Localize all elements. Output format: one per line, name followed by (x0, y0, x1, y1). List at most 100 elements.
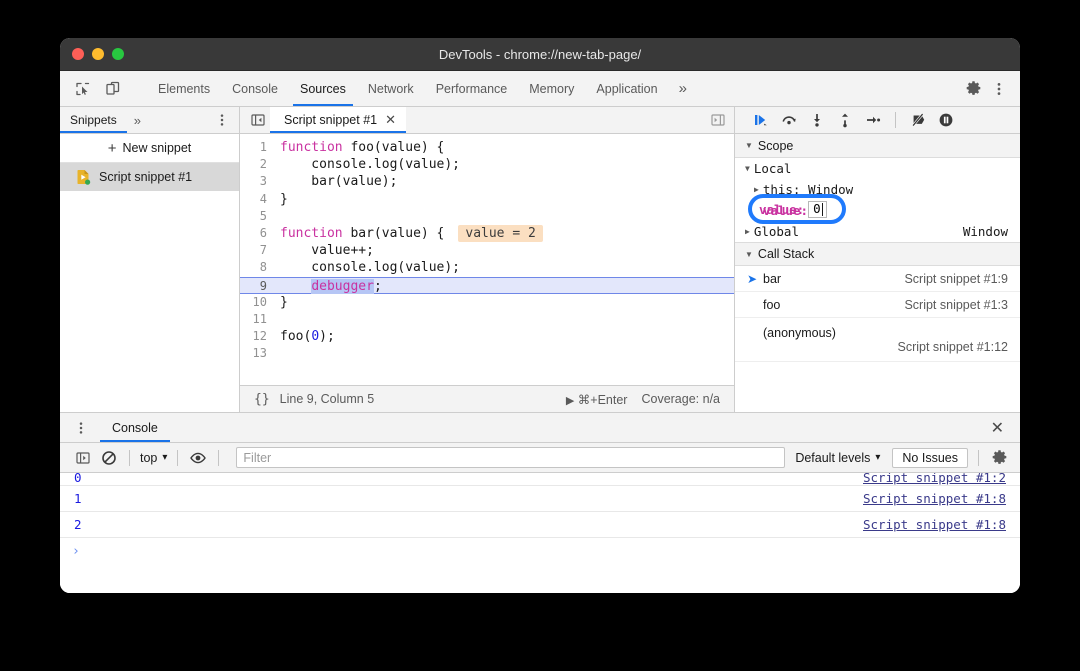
drawer-menu-icon[interactable] (60, 420, 100, 436)
issues-button[interactable]: No Issues (892, 447, 968, 468)
step-icon[interactable] (861, 109, 885, 131)
step-into-icon[interactable] (805, 109, 829, 131)
chevron-right-icon: ▶ (754, 185, 759, 194)
scope-value-input[interactable]: 0 (808, 200, 827, 218)
clear-console-icon[interactable] (96, 447, 122, 469)
call-stack-title: Call Stack (757, 247, 815, 261)
context-label: top (140, 450, 158, 465)
console-message[interactable]: 2 Script snippet #1:8 (60, 512, 1020, 538)
gear-icon[interactable] (986, 447, 1012, 469)
code-line: 6 function bar(value) {value = 2 (240, 224, 734, 242)
console-toolbar: top ▾ Default levels ▾ No Issues (60, 443, 1020, 473)
maximize-window-button[interactable] (112, 48, 124, 60)
line-number: 2 (259, 157, 267, 172)
run-snippet-button[interactable]: ▶ ⌘+Enter (566, 392, 628, 407)
console-message[interactable]: 0 Script snippet #1:2 (60, 473, 1020, 486)
scope-prop-name: Global (753, 224, 799, 239)
scope-prop-name-editing: value: (759, 201, 805, 217)
code-line-execution-paused: 9 debugger; (240, 276, 734, 294)
editor-tab-script-snippet[interactable]: Script snippet #1 ✕ (270, 107, 407, 133)
navigator-menu-icon[interactable] (205, 112, 239, 128)
line-number: 8 (259, 260, 267, 275)
gear-icon[interactable] (960, 76, 986, 102)
navigator-more-tabs-button[interactable]: » (127, 113, 148, 128)
devtools-toolbar-icons (60, 71, 147, 106)
line-content: bar(value); (280, 174, 398, 190)
tab-network[interactable]: Network (357, 71, 425, 106)
code-line: 11 (240, 311, 734, 328)
console-sidebar-icon[interactable] (70, 447, 96, 469)
tab-label: Console (232, 81, 278, 96)
console-filter-input[interactable] (236, 447, 786, 468)
tab-elements[interactable]: Elements (147, 71, 221, 106)
line-content: value++; (280, 243, 374, 259)
more-vertical-icon[interactable] (986, 76, 1012, 102)
source-editor-column: Script snippet #1 ✕ 1 function foo(value… (240, 107, 735, 412)
console-message[interactable]: 1 Script snippet #1:8 (60, 486, 1020, 512)
current-frame-arrow-icon: ➤ (747, 271, 758, 286)
tab-label: Performance (435, 81, 508, 96)
scope-section-header[interactable]: ▼ Scope (735, 134, 1020, 158)
tab-performance[interactable]: Performance (425, 71, 519, 106)
scope-title: Scope (757, 138, 794, 153)
chevron-down-icon: ▼ (745, 249, 753, 259)
frame-location: Script snippet #1:12 (897, 339, 1009, 354)
plus-icon: + (107, 139, 117, 157)
call-stack-frame[interactable]: ➤ bar Script snippet #1:9 (735, 266, 1020, 292)
show-navigator-icon[interactable] (246, 112, 270, 128)
new-snippet-button[interactable]: + New snippet (60, 134, 239, 163)
more-tabs-button[interactable]: » (669, 71, 697, 106)
device-toolbar-icon[interactable] (100, 76, 126, 102)
scope-group-local[interactable]: ▼ Local (735, 158, 1020, 179)
console-log-levels-dropdown[interactable]: Default levels ▾ (795, 451, 880, 465)
minimize-window-button[interactable] (92, 48, 104, 60)
close-window-button[interactable] (72, 48, 84, 60)
toolbar-divider (177, 449, 179, 466)
devtools-toolbar-right (947, 71, 1020, 106)
console-message-source[interactable]: Script snippet #1:8 (863, 517, 1020, 532)
scope-row-this[interactable]: ▶ this: Window (735, 179, 1020, 200)
tab-label: Memory (529, 81, 575, 96)
live-expression-icon[interactable] (185, 447, 211, 469)
pretty-print-icon[interactable]: {} (240, 392, 280, 407)
pause-on-exceptions-icon[interactable] (934, 109, 958, 131)
show-debugger-icon[interactable] (710, 112, 734, 128)
resume-icon[interactable] (749, 109, 773, 131)
chevron-down-icon: ▾ (875, 452, 881, 463)
scope-row-global[interactable]: ▶ Global Window (735, 221, 1020, 242)
code-editor[interactable]: 1 function foo(value) { 2 console.log(va… (240, 134, 734, 385)
tab-application[interactable]: Application (585, 71, 668, 106)
sources-panel: Snippets » + New snippet Script snippet … (60, 107, 1020, 412)
chevron-down-icon: ▼ (745, 141, 753, 150)
code-line: 8 console.log(value); (240, 259, 734, 276)
line-content: console.log(value); (280, 260, 461, 276)
code-line: 5 (240, 208, 734, 225)
scope-value-editor[interactable]: value: 0 (759, 200, 827, 218)
line-number: 6 (259, 225, 267, 240)
deactivate-breakpoints-icon[interactable] (906, 109, 930, 131)
navigator-tab-snippets[interactable]: Snippets (60, 107, 127, 133)
line-content: function bar(value) {value = 2 (274, 224, 734, 242)
close-drawer-icon[interactable]: ✕ (991, 418, 1020, 438)
drawer-tab-console[interactable]: Console (100, 413, 170, 442)
tab-sources[interactable]: Sources (289, 71, 357, 106)
tab-console[interactable]: Console (221, 71, 289, 106)
console-message-source[interactable]: Script snippet #1:8 (863, 491, 1020, 506)
console-prompt[interactable]: › (60, 538, 1020, 564)
console-output[interactable]: 0 Script snippet #1:2 1 Script snippet #… (60, 473, 1020, 593)
console-message-source[interactable]: Script snippet #1:2 (863, 473, 1020, 485)
call-stack-frame[interactable]: foo Script snippet #1:3 (735, 292, 1020, 318)
levels-label: Default levels (795, 450, 871, 465)
window-titlebar: DevTools - chrome://new-tab-page/ (60, 38, 1020, 71)
close-icon[interactable]: ✕ (385, 112, 396, 128)
snippet-list-item[interactable]: Script snippet #1 (60, 163, 239, 191)
inspect-element-icon[interactable] (70, 76, 96, 102)
call-stack-section-header[interactable]: ▼ Call Stack (735, 242, 1020, 266)
inline-value-hint: value = 2 (458, 224, 543, 242)
tab-memory[interactable]: Memory (518, 71, 585, 106)
call-stack-frame[interactable]: (anonymous) Script snippet #1:12 (735, 318, 1020, 362)
line-content: debugger; (311, 278, 382, 294)
console-context-selector[interactable]: top ▾ (137, 451, 170, 465)
step-out-icon[interactable] (833, 109, 857, 131)
step-over-icon[interactable] (777, 109, 801, 131)
